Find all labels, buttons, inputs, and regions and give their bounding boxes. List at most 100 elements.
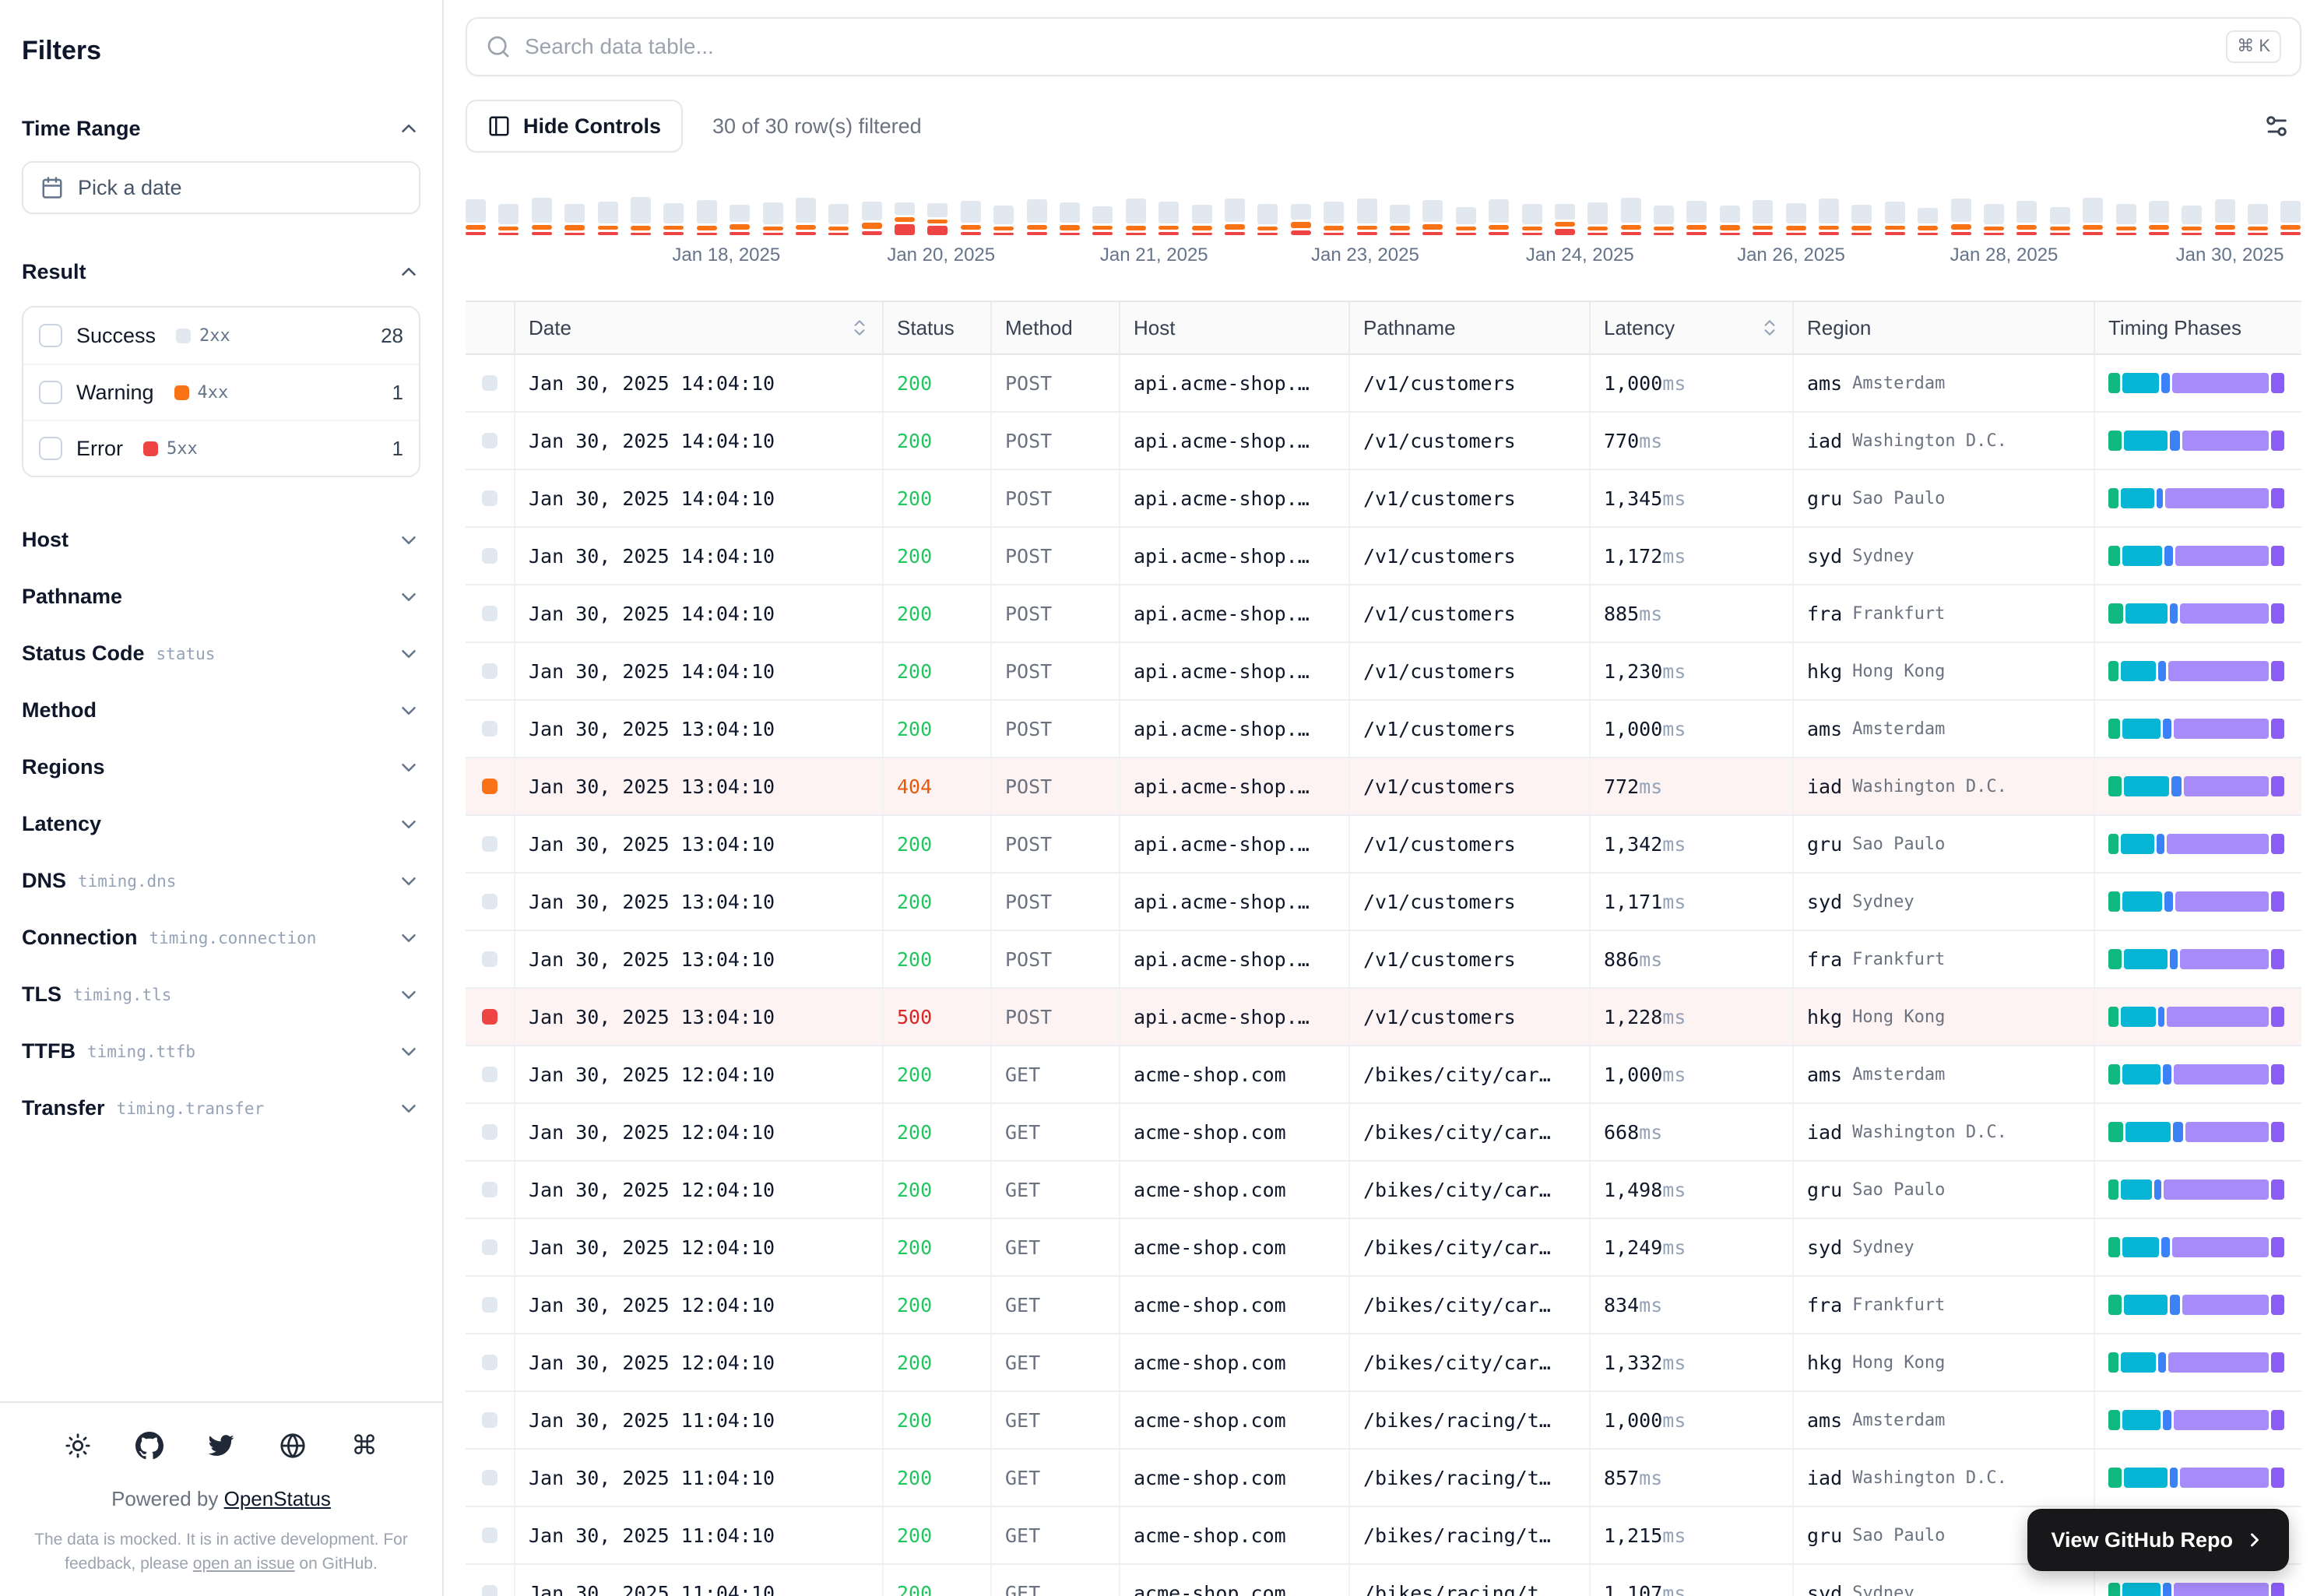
table-row[interactable]: Jan 30, 2025 13:04:10 200 POST api.acme-… <box>466 816 2301 874</box>
column-header-timing-phases: Timing Phases <box>2094 302 2301 353</box>
table-row[interactable]: Jan 30, 2025 14:04:10 200 POST api.acme-… <box>466 643 2301 701</box>
row-select-cell[interactable] <box>466 413 514 469</box>
row-select-cell[interactable] <box>466 355 514 411</box>
timing-segment-connection <box>2122 1064 2161 1085</box>
sidebar-filter-transfer[interactable]: Transfer timing.transfer <box>22 1080 420 1137</box>
row-select-cell[interactable] <box>466 1565 514 1596</box>
table-row[interactable]: Jan 30, 2025 14:04:10 200 POST api.acme-… <box>466 470 2301 528</box>
cell-timing-phases <box>2094 1219 2301 1275</box>
requests-histogram[interactable]: Jan 18, 2025 Jan 20, 2025 Jan 21, 2025 Jan … <box>466 193 2301 272</box>
table-row[interactable]: Jan 30, 2025 12:04:10 200 GET acme-shop.… <box>466 1162 2301 1219</box>
result-label: Result <box>22 259 86 283</box>
table-row[interactable]: Jan 30, 2025 11:04:10 200 GET acme-shop.… <box>466 1450 2301 1507</box>
view-github-repo-button[interactable]: View GitHub Repo <box>2027 1509 2289 1571</box>
search-bar[interactable]: ⌘ K <box>466 17 2301 76</box>
cell-date: Jan 30, 2025 12:04:10 <box>514 1046 882 1102</box>
sidebar-filter-ttfb[interactable]: TTFB timing.ttfb <box>22 1023 420 1080</box>
search-icon <box>486 34 511 59</box>
cell-region: iad Washington D.C. <box>1792 1104 2094 1160</box>
row-select-cell[interactable] <box>466 528 514 584</box>
table-row[interactable]: Jan 30, 2025 14:04:10 200 POST api.acme-… <box>466 413 2301 470</box>
row-select-cell[interactable] <box>466 701 514 757</box>
sidebar-filter-connection[interactable]: Connection timing.connection <box>22 909 420 966</box>
row-select-cell[interactable] <box>466 931 514 987</box>
row-select-cell[interactable] <box>466 989 514 1045</box>
row-select-cell[interactable] <box>466 1334 514 1390</box>
github-icon[interactable] <box>135 1431 164 1461</box>
cell-status: 200 <box>882 874 990 930</box>
open-issue-link[interactable]: open an issue <box>193 1555 295 1573</box>
theme-toggle-sun-icon[interactable] <box>63 1431 93 1461</box>
row-select-cell[interactable] <box>466 470 514 526</box>
column-header-date[interactable]: Date <box>514 302 882 353</box>
table-row[interactable]: Jan 30, 2025 11:04:10 200 GET acme-shop.… <box>466 1565 2301 1596</box>
result-option-success[interactable]: Success 2xx 28 <box>23 308 419 364</box>
histogram-bar <box>1224 193 1245 235</box>
sidebar-filter-method[interactable]: Method <box>22 682 420 739</box>
table-row[interactable]: Jan 30, 2025 13:04:10 404 POST api.acme-… <box>466 758 2301 816</box>
row-select-cell[interactable] <box>466 643 514 699</box>
sidebar-filter-tls[interactable]: TLS timing.tls <box>22 966 420 1023</box>
row-select-cell[interactable] <box>466 1046 514 1102</box>
table-row[interactable]: Jan 30, 2025 14:04:10 200 POST api.acme-… <box>466 585 2301 643</box>
table-row[interactable]: Jan 30, 2025 14:04:10 200 POST api.acme-… <box>466 528 2301 585</box>
table-row[interactable]: Jan 30, 2025 14:04:10 200 POST api.acme-… <box>466 355 2301 413</box>
table-row[interactable]: Jan 30, 2025 12:04:10 200 GET acme-shop.… <box>466 1334 2301 1392</box>
table-row[interactable]: Jan 30, 2025 11:04:10 200 GET acme-shop.… <box>466 1507 2301 1565</box>
sidebar-filter-status-code[interactable]: Status Code status <box>22 625 420 682</box>
twitter-icon[interactable] <box>206 1431 236 1461</box>
sidebar-filter-regions[interactable]: Regions <box>22 739 420 796</box>
checkbox[interactable] <box>39 437 62 460</box>
row-select-cell[interactable] <box>466 1162 514 1218</box>
sidebar-filter-dns[interactable]: DNS timing.dns <box>22 852 420 909</box>
search-input[interactable] <box>525 34 2213 59</box>
table-row[interactable]: Jan 30, 2025 11:04:10 200 GET acme-shop.… <box>466 1392 2301 1450</box>
globe-icon[interactable] <box>278 1431 308 1461</box>
axis-tick-label: Jan 26, 2025 <box>1737 244 1845 265</box>
result-option-error[interactable]: Error 5xx 1 <box>23 420 419 476</box>
table-row[interactable]: Jan 30, 2025 13:04:10 200 POST api.acme-… <box>466 931 2301 989</box>
row-select-cell[interactable] <box>466 1507 514 1563</box>
table-row[interactable]: Jan 30, 2025 12:04:10 200 GET acme-shop.… <box>466 1277 2301 1334</box>
calendar-icon <box>40 176 64 199</box>
command-icon[interactable]: ⌘ <box>350 1431 379 1461</box>
cell-method: POST <box>990 758 1119 814</box>
row-select-cell[interactable] <box>466 758 514 814</box>
sidebar-filter-latency[interactable]: Latency <box>22 796 420 852</box>
row-select-cell[interactable] <box>466 816 514 872</box>
checkbox[interactable] <box>39 381 62 404</box>
cell-date: Jan 30, 2025 14:04:10 <box>514 355 882 411</box>
sort-icon[interactable] <box>1760 318 1780 338</box>
sort-icon[interactable] <box>849 318 870 338</box>
table-row[interactable]: Jan 30, 2025 13:04:10 200 POST api.acme-… <box>466 874 2301 931</box>
column-header-latency[interactable]: Latency <box>1589 302 1792 353</box>
time-range-section-header[interactable]: Time Range <box>22 107 420 150</box>
sidebar-filter-host[interactable]: Host <box>22 511 420 568</box>
table-row[interactable]: Jan 30, 2025 13:04:10 200 POST api.acme-… <box>466 701 2301 758</box>
row-select-cell[interactable] <box>466 585 514 642</box>
row-select-cell[interactable] <box>466 1277 514 1333</box>
row-select-cell[interactable] <box>466 1392 514 1448</box>
timing-segment-tls <box>2169 603 2178 624</box>
table-row[interactable]: Jan 30, 2025 13:04:10 500 POST api.acme-… <box>466 989 2301 1046</box>
date-picker-input[interactable]: Pick a date <box>22 161 420 214</box>
view-settings-button[interactable] <box>2252 101 2301 151</box>
row-select-cell[interactable] <box>466 1450 514 1506</box>
table-row[interactable]: Jan 30, 2025 12:04:10 200 GET acme-shop.… <box>466 1219 2301 1277</box>
status-indicator <box>482 836 498 852</box>
row-select-cell[interactable] <box>466 1219 514 1275</box>
result-section-header[interactable]: Result <box>22 250 420 294</box>
openstatus-link[interactable]: OpenStatus <box>224 1487 331 1510</box>
cell-host: api.acme-shop.… <box>1119 931 1348 987</box>
column-label: Status <box>897 315 955 339</box>
table-row[interactable]: Jan 30, 2025 12:04:10 200 GET acme-shop.… <box>466 1104 2301 1162</box>
hide-controls-button[interactable]: Hide Controls <box>466 100 684 153</box>
column-label: Latency <box>1604 315 1675 339</box>
region-code: syd <box>1807 890 1843 913</box>
result-option-warning[interactable]: Warning 4xx 1 <box>23 364 419 420</box>
row-select-cell[interactable] <box>466 1104 514 1160</box>
table-row[interactable]: Jan 30, 2025 12:04:10 200 GET acme-shop.… <box>466 1046 2301 1104</box>
sidebar-filter-pathname[interactable]: Pathname <box>22 568 420 625</box>
row-select-cell[interactable] <box>466 874 514 930</box>
checkbox[interactable] <box>39 324 62 347</box>
